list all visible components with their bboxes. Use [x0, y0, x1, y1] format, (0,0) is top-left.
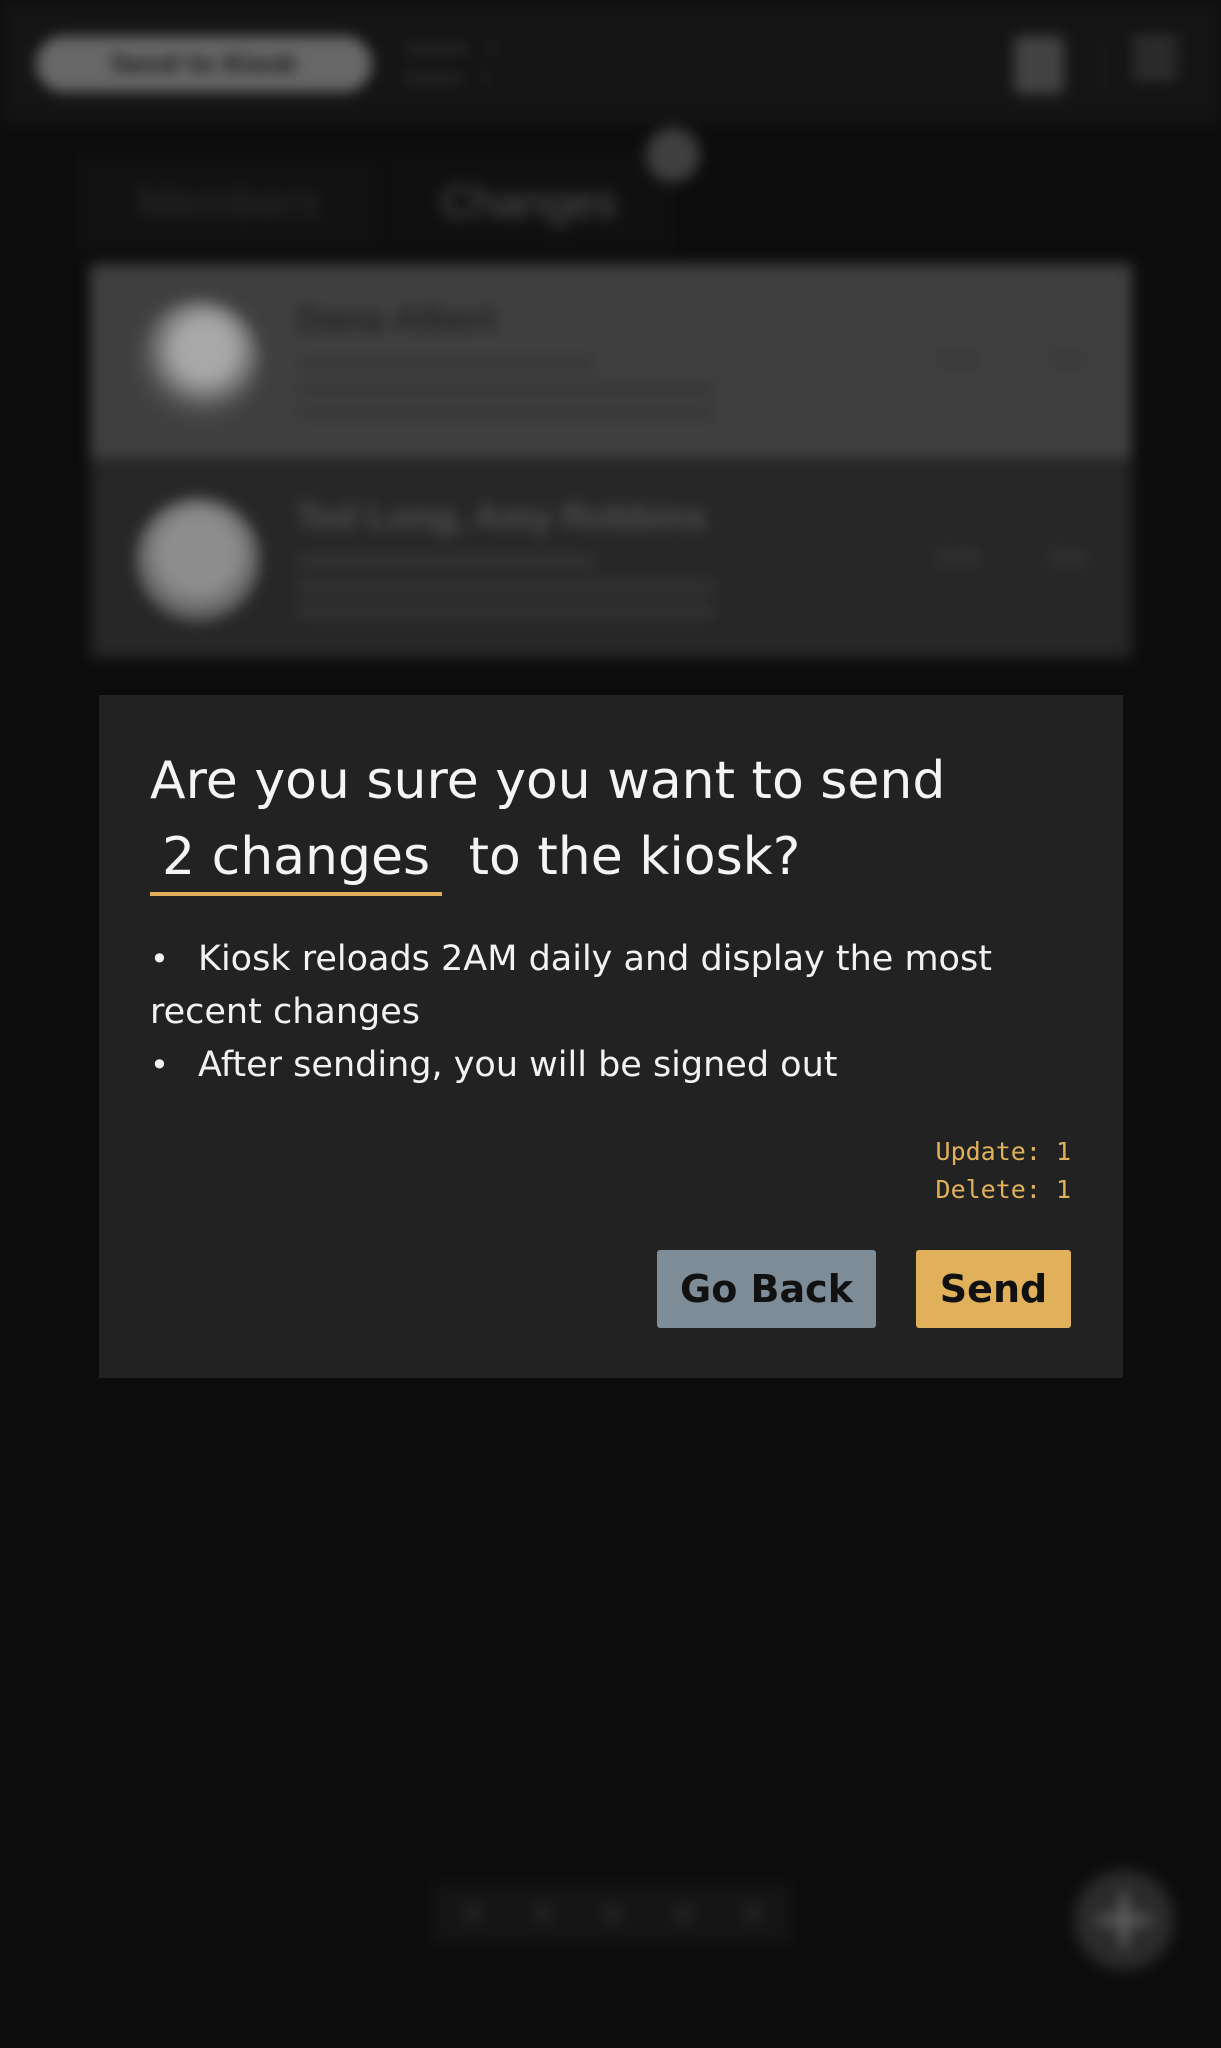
- change-summary: Update: 1 Delete: 1: [936, 1133, 1071, 1209]
- send-button[interactable]: Send: [916, 1250, 1071, 1328]
- info-item-reload: Kiosk reloads 2AM daily and display the …: [150, 933, 1050, 1039]
- info-list: Kiosk reloads 2AM daily and display the …: [150, 933, 1050, 1092]
- info-item-text: Kiosk reloads 2AM daily and display the …: [150, 939, 992, 1032]
- changes-count-highlight: 2 changes: [150, 822, 443, 896]
- go-back-button[interactable]: Go Back: [657, 1250, 876, 1328]
- info-item-signout: After sending, you will be signed out: [150, 1039, 1050, 1092]
- question-suffix: to the kiosk?: [468, 827, 801, 887]
- confirm-send-dialog: Are you sure you want to send 2 changes …: [99, 695, 1123, 1378]
- delete-summary: Delete: 1: [935, 1175, 1071, 1204]
- question-prefix: Are you sure you want to send: [150, 751, 946, 811]
- dialog-question: Are you sure you want to send 2 changes …: [150, 743, 1080, 896]
- update-summary: Update: 1: [935, 1137, 1071, 1166]
- info-item-text: After sending, you will be signed out: [198, 1045, 838, 1085]
